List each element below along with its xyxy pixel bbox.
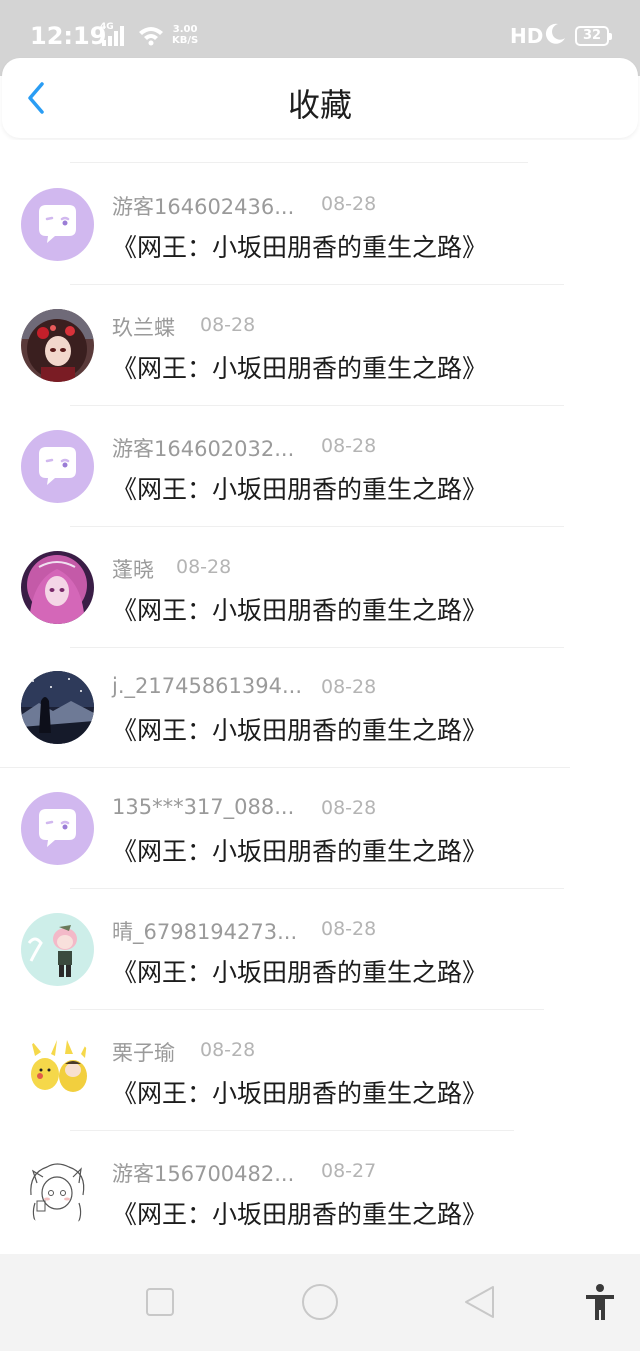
page-title: 收藏 xyxy=(287,86,352,124)
accessibility-icon xyxy=(586,1284,614,1320)
signal-icon xyxy=(102,26,124,46)
moon-icon xyxy=(545,23,565,44)
back-nav-button[interactable] xyxy=(460,1282,500,1322)
anime-girl-red-avatar xyxy=(21,309,94,382)
night-sky-avatar xyxy=(21,671,94,744)
default-chat-avatar xyxy=(21,430,94,503)
list-item[interactable]: 135***317_088... 08-28 《网王：小坂田朋香的重生之路》 xyxy=(0,768,640,889)
username: 游客164602032... xyxy=(112,437,295,461)
chibi-leo-avatar xyxy=(21,913,94,986)
username: 游客156700482... xyxy=(112,1162,295,1186)
divider xyxy=(70,162,528,163)
hd-indicator: HD xyxy=(510,24,544,48)
recent-apps-icon xyxy=(146,1288,174,1316)
date: 08-28 xyxy=(321,435,377,457)
network-speed: 3.00 KB/S xyxy=(172,24,198,46)
night-sky-image xyxy=(21,671,94,744)
date: 08-28 xyxy=(200,1039,256,1061)
anime-girl-pink-image xyxy=(21,551,94,624)
date: 08-28 xyxy=(321,676,377,698)
list-item[interactable]: 游客164602436... 08-28 《网王：小坂田朋香的重生之路》 xyxy=(0,164,640,285)
accessibility-button[interactable] xyxy=(580,1282,620,1322)
username: 栗子瑜 xyxy=(112,1041,175,1065)
chat-bubble-icon xyxy=(21,188,94,261)
back-icon xyxy=(465,1286,494,1318)
list-item[interactable]: 蓬晓 08-28 《网王：小坂田朋香的重生之路》 xyxy=(0,527,640,648)
username: 蓬晓 xyxy=(112,558,154,582)
home-button[interactable] xyxy=(300,1282,340,1322)
date: 08-27 xyxy=(321,1160,377,1182)
default-chat-avatar xyxy=(21,792,94,865)
system-nav-bar xyxy=(0,1254,640,1351)
sketch-girl-image xyxy=(21,1155,94,1228)
book-title: 《网王：小坂田朋香的重生之路》 xyxy=(112,596,488,625)
date: 08-28 xyxy=(321,918,377,940)
book-title: 《网王：小坂田朋香的重生之路》 xyxy=(112,958,488,987)
wifi-icon xyxy=(139,27,163,46)
sketch-girl-avatar xyxy=(21,1155,94,1228)
home-icon xyxy=(302,1284,338,1320)
username: 玖兰蝶 xyxy=(112,316,175,340)
status-time: 12:19 xyxy=(30,22,107,50)
book-title: 《网王：小坂田朋香的重生之路》 xyxy=(112,233,488,262)
username: 游客164602436... xyxy=(112,195,295,219)
header: 收藏 xyxy=(2,58,638,138)
anime-girl-pink-avatar xyxy=(21,551,94,624)
date: 08-28 xyxy=(176,556,232,578)
book-title: 《网王：小坂田朋香的重生之路》 xyxy=(112,475,488,504)
date: 08-28 xyxy=(200,314,256,336)
date: 08-28 xyxy=(321,193,377,215)
speed-value: 3.00 xyxy=(172,24,198,35)
book-title: 《网王：小坂田朋香的重生之路》 xyxy=(112,354,488,383)
list-item[interactable]: 玖兰蝶 08-28 《网王：小坂田朋香的重生之路》 xyxy=(0,285,640,406)
default-chat-avatar xyxy=(21,188,94,261)
recent-apps-button[interactable] xyxy=(140,1282,180,1322)
pikachu-image xyxy=(21,1034,94,1107)
chibi-leo-image xyxy=(21,913,94,986)
battery-icon: 32 xyxy=(575,26,612,46)
list-item[interactable]: 晴_6798194273... 08-28 《网王：小坂田朋香的重生之路》 xyxy=(0,889,640,1010)
list-item[interactable]: j._21745861394... 08-28 《网王：小坂田朋香的重生之路》 xyxy=(0,647,640,768)
book-title: 《网王：小坂田朋香的重生之路》 xyxy=(112,1079,488,1108)
date: 08-28 xyxy=(321,797,377,819)
book-title: 《网王：小坂田朋香的重生之路》 xyxy=(112,837,488,866)
username: 晴_6798194273... xyxy=(112,920,298,944)
book-title: 《网王：小坂田朋香的重生之路》 xyxy=(112,716,488,745)
list-item[interactable]: 游客156700482... 08-27 《网王：小坂田朋香的重生之路》 xyxy=(0,1131,640,1252)
anime-girl-red-image xyxy=(21,309,94,382)
speed-unit: KB/S xyxy=(172,35,199,46)
list-item[interactable]: 栗子瑜 08-28 《网王：小坂田朋香的重生之路》 xyxy=(0,1010,640,1131)
chat-bubble-icon xyxy=(21,430,94,503)
username: 135***317_088... xyxy=(112,795,295,819)
pikachu-avatar xyxy=(21,1034,94,1107)
chat-bubble-icon xyxy=(21,792,94,865)
username: j._21745861394... xyxy=(112,674,303,698)
list-item[interactable]: 游客164602032... 08-28 《网王：小坂田朋香的重生之路》 xyxy=(0,406,640,527)
favorites-list: 游客164602436... 08-28 《网王：小坂田朋香的重生之路》 玖兰蝶… xyxy=(0,140,640,1254)
book-title: 《网王：小坂田朋香的重生之路》 xyxy=(112,1200,488,1229)
